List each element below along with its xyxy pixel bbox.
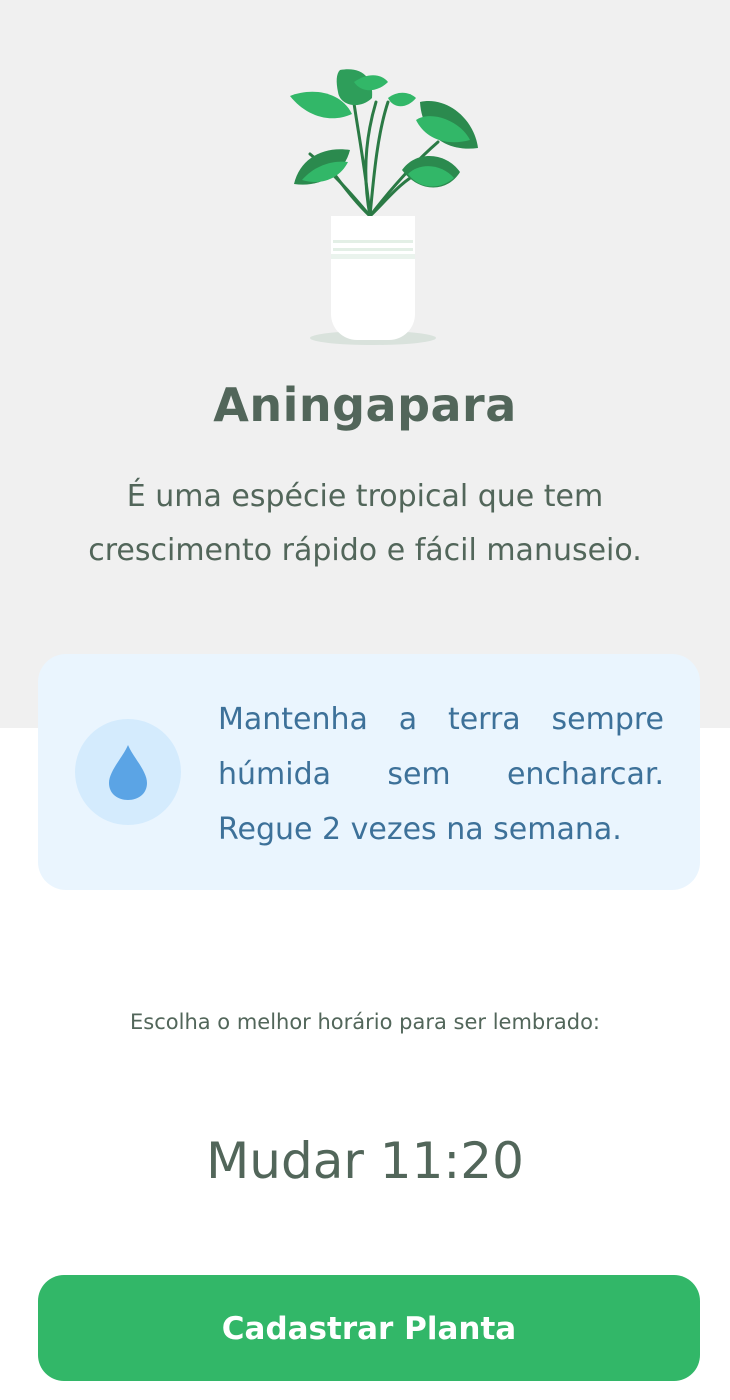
water-icon-circle — [75, 719, 181, 825]
plant-description-line: crescimento rápido e fácil manuseio. — [88, 533, 642, 568]
watering-tip-line: Regue 2 vezes na semana. — [218, 812, 622, 847]
watering-tip-text: Mantenha a terra sempre húmida sem encha… — [218, 692, 664, 857]
plant-name: Aningapara — [213, 378, 517, 432]
register-plant-button[interactable]: Cadastrar Planta — [38, 1275, 700, 1381]
watering-tip-card: Mantenha a terra sempre húmida sem encha… — [38, 654, 700, 890]
change-time-button[interactable]: Mudar 11:20 — [0, 1132, 730, 1190]
watering-tip-line: Mantenha a terra sempre — [218, 702, 664, 737]
plant-description: É uma espécie tropical que tem crescimen… — [60, 470, 670, 578]
potted-plant-icon — [290, 69, 478, 345]
plant-description-line: É uma espécie tropical que tem — [126, 479, 604, 514]
water-drop-icon — [109, 745, 147, 800]
reminder-time-label: Escolha o melhor horário para ser lembra… — [130, 1010, 600, 1034]
plant-header: Aningapara É uma espécie tropical que te… — [0, 0, 730, 728]
watering-tip-line: húmida sem encharcar. — [218, 757, 664, 792]
